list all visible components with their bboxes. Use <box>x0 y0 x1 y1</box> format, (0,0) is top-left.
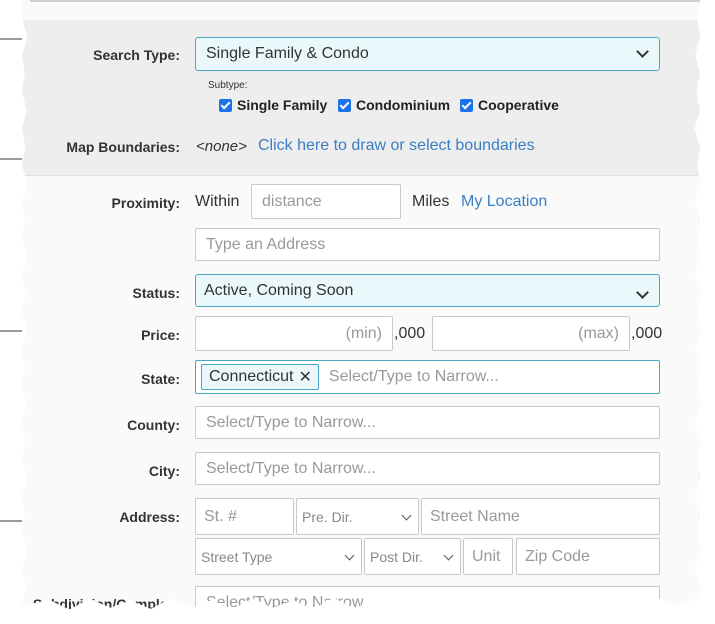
subtype-condominium-label: Condominium <box>356 97 451 113</box>
torn-edge-mark <box>0 330 22 332</box>
price-min-suffix: ,000 <box>394 325 426 342</box>
search-type-select[interactable]: Single Family & Condo <box>195 37 660 71</box>
street-name-input[interactable]: Street Name <box>421 498 660 535</box>
chevron-down-icon <box>443 550 454 560</box>
checkbox-checked-icon <box>219 98 232 112</box>
subtype-cooperative-checkbox[interactable]: Cooperative <box>460 97 559 113</box>
state-multiselect[interactable]: Connecticut ✕ Select/Type to Narrow... <box>195 360 660 394</box>
remove-tag-icon[interactable]: ✕ <box>299 367 312 387</box>
city-multiselect[interactable]: Select/Type to Narrow... <box>195 452 660 485</box>
my-location-link[interactable]: My Location <box>461 193 547 211</box>
subtype-label: Subtype: <box>208 80 248 91</box>
torn-edge-mark <box>0 38 22 40</box>
state-placeholder: Select/Type to Narrow... <box>328 368 499 385</box>
subtype-condominium-checkbox[interactable]: Condominium <box>338 97 450 113</box>
status-value: Active, Coming Soon <box>204 281 354 299</box>
price-label: Price: <box>141 327 180 343</box>
distance-input[interactable]: distance <box>251 184 401 219</box>
state-tag-connecticut: Connecticut ✕ <box>201 364 319 390</box>
top-divider <box>30 0 700 2</box>
chevron-down-icon <box>636 45 649 58</box>
unit-input[interactable]: Unit <box>463 538 513 575</box>
status-label: Status: <box>132 285 180 301</box>
state-label: State: <box>141 371 180 387</box>
price-max-input[interactable]: (max) <box>432 316 630 351</box>
post-direction-select[interactable]: Post Dir. <box>364 538 461 575</box>
search-type-value: Single Family & Condo <box>206 45 369 62</box>
map-boundaries-label: Map Boundaries: <box>66 139 180 155</box>
state-tag-label: Connecticut <box>209 368 294 385</box>
street-number-input[interactable]: St. # <box>195 498 294 535</box>
subtype-cooperative-label: Cooperative <box>478 97 559 113</box>
status-select[interactable]: Active, Coming Soon <box>195 274 660 307</box>
price-max-suffix: ,000 <box>631 325 663 342</box>
page: Search Type: Single Family & Condo Subty… <box>0 0 715 624</box>
city-label: City: <box>148 463 180 479</box>
subtype-single-family-checkbox[interactable]: Single Family <box>219 97 327 113</box>
zip-code-input[interactable]: Zip Code <box>516 538 660 575</box>
torn-edge-mark <box>0 520 22 522</box>
subdivision-multiselect[interactable]: Select/Type to Narrow... <box>195 586 660 610</box>
chevron-down-icon <box>401 510 412 520</box>
price-min-input[interactable]: (min) <box>195 316 393 351</box>
street-type-select[interactable]: Street Type <box>195 538 362 575</box>
subdivision-label: Subdivision/Complex: <box>32 596 180 612</box>
proximity-address-input[interactable]: Type an Address <box>195 228 660 261</box>
checkbox-checked-icon <box>338 98 351 112</box>
search-type-label: Search Type: <box>93 47 180 63</box>
checkbox-checked-icon <box>460 98 473 112</box>
county-label: County: <box>127 417 180 433</box>
proximity-label: Proximity: <box>111 195 180 211</box>
subtype-single-family-label: Single Family <box>237 97 328 113</box>
proximity-within-text: Within <box>195 193 240 210</box>
miles-text: Miles <box>412 193 450 210</box>
torn-edge-mark <box>0 158 22 160</box>
pre-direction-select[interactable]: Pre. Dir. <box>296 498 419 535</box>
county-multiselect[interactable]: Select/Type to Narrow... <box>195 406 660 439</box>
search-form-card: Search Type: Single Family & Condo Subty… <box>22 0 700 610</box>
draw-boundaries-link[interactable]: Click here to draw or select boundaries <box>258 137 535 155</box>
chevron-down-icon <box>636 285 649 299</box>
address-label: Address: <box>119 509 180 525</box>
map-boundaries-value: <none> <box>196 138 247 155</box>
chevron-down-icon <box>344 550 355 560</box>
